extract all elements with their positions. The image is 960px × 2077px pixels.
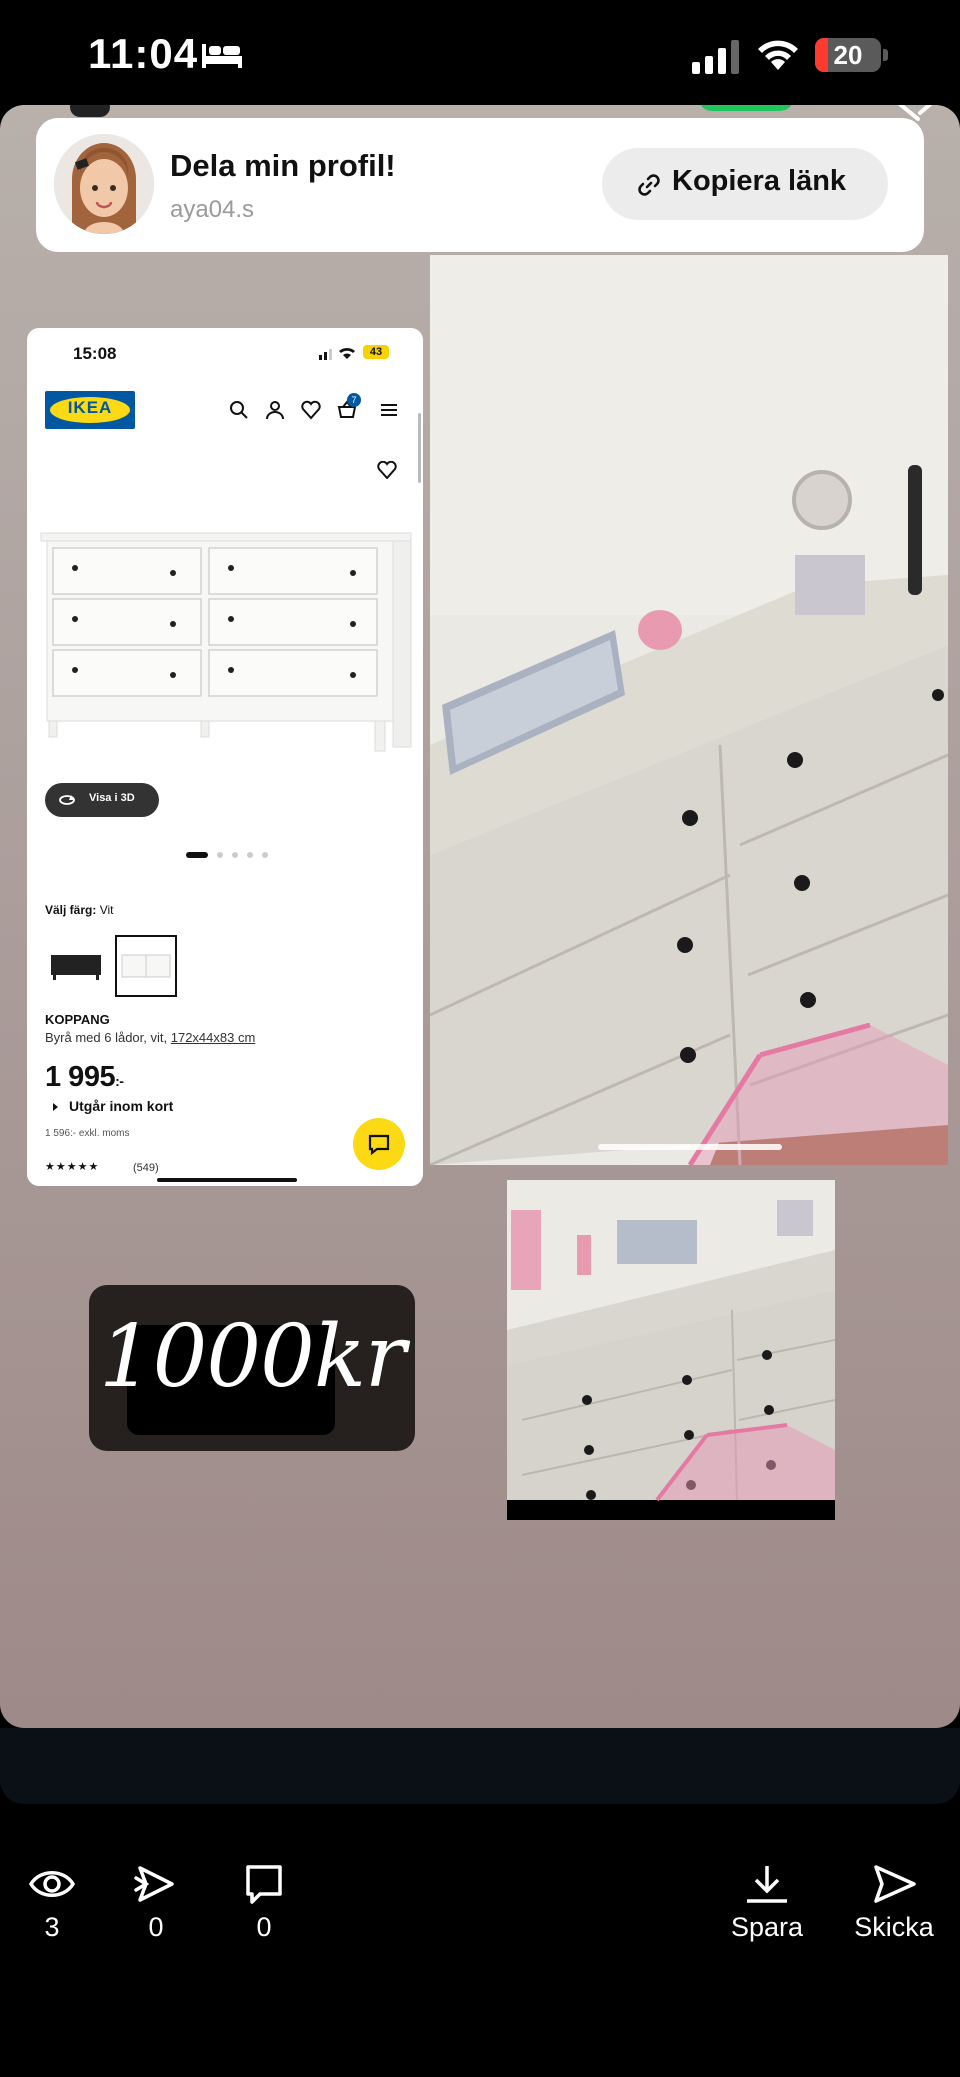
story-bottom-bar: 3 0 0 Spara Skicka (0, 1804, 960, 2077)
product-image-dresser (40, 532, 412, 752)
close-icon[interactable] (890, 105, 940, 125)
screenshot-home-indicator (598, 1144, 782, 1150)
battery-label: 20 (833, 40, 863, 70)
bed-icon (202, 44, 242, 68)
send-arrow-icon (874, 1865, 916, 1903)
color-label: Välj färg: Vit (45, 903, 114, 917)
copy-link-button[interactable]: Kopiera länk (602, 148, 888, 220)
room-photo (430, 255, 948, 1165)
color-label-prefix: Välj färg: (45, 903, 97, 917)
download-icon (747, 1866, 787, 1903)
comments-stat[interactable]: 0 (240, 1864, 288, 1943)
bullet-icon (53, 1103, 58, 1111)
menu-icon (381, 404, 397, 416)
ikea-battery-label: 43 (363, 345, 389, 359)
color-swatch-white-image (121, 954, 171, 978)
search-icon (230, 401, 248, 419)
price-value: 1 995 (45, 1061, 116, 1093)
product-description: Byrå med 6 lådor, vit, 172x44x83 cm (45, 1030, 255, 1045)
save-button[interactable]: Spara (722, 1864, 812, 1943)
view-3d-label: Visa i 3D (89, 792, 135, 804)
price-suffix: :- (115, 1073, 124, 1089)
battery-icon: 20 (815, 38, 889, 72)
ikea-scrollbar (418, 413, 421, 483)
ikea-logo-text: IKEA (67, 398, 113, 417)
views-stat[interactable]: 3 (28, 1864, 76, 1943)
status-bar: 11:04 20 (0, 0, 960, 110)
chat-bubble-icon (246, 1865, 282, 1904)
replays-count: 0 (148, 1912, 164, 1942)
small-dresser-photo (507, 1180, 835, 1520)
ikea-logo: IKEA (45, 391, 135, 429)
bitmoji-avatar (54, 134, 154, 234)
copy-link-label: Kopiera länk (672, 165, 847, 197)
product-price: 1 995:- (45, 1061, 124, 1094)
pagination-dot (217, 852, 223, 858)
chat-button (353, 1118, 405, 1170)
ikea-status-icons (319, 347, 355, 360)
story-progress-strip (0, 1728, 960, 1804)
favorite-heart-icon (377, 461, 397, 479)
room-photo-image (430, 255, 948, 1165)
image-pagination-dots (186, 852, 268, 858)
bitmoji-avatar-image (54, 134, 154, 234)
product-dimensions: 172x44x83 cm (170, 1030, 256, 1045)
wifi-icon (758, 40, 798, 70)
rating-stars: ★★★★★ (45, 1161, 100, 1173)
product-desc-text: Byrå med 6 lådor, vit, (45, 1030, 171, 1045)
header-avatar (70, 105, 110, 117)
pagination-dot (262, 852, 268, 858)
pagination-dot (186, 852, 208, 858)
small-photo-image (507, 1180, 835, 1520)
profile-icon (266, 401, 284, 420)
rotate-3d-icon (59, 795, 75, 805)
pagination-dot (247, 852, 253, 858)
price-excl-vat: 1 596:- exkl. moms (45, 1128, 130, 1139)
cellular-signal-icon (692, 40, 739, 74)
comments-count: 0 (256, 1912, 272, 1942)
header-action-peek (698, 105, 794, 111)
share-username: aya04.s (170, 196, 255, 223)
eye-icon (28, 1871, 76, 1897)
product-name: KOPPANG (45, 1012, 110, 1027)
views-count: 3 (44, 1912, 60, 1942)
screenshot-replay-icon (134, 1866, 174, 1902)
stock-text: Utgår inom kort (69, 1098, 174, 1114)
status-time: 11:04 (88, 30, 199, 77)
share-profile-card: Dela min profil! aya04.s Kopiera länk (36, 118, 924, 252)
cart-count-badge: 7 (347, 393, 361, 407)
color-swatch-white-selected (115, 935, 177, 997)
heart-icon (301, 400, 321, 420)
color-value: Vit (99, 903, 114, 917)
save-label: Spara (730, 1912, 804, 1942)
link-icon (638, 174, 660, 196)
color-swatch-black (51, 955, 101, 980)
stock-status: Utgår inom kort (53, 1098, 173, 1114)
price-sticker: 1000kr (89, 1285, 415, 1451)
review-count: (549) (133, 1162, 159, 1174)
ikea-product-screenshot: 15:08 43 IKEA 7 Visa i 3D Välj färg: Vit… (27, 328, 423, 1186)
story-view[interactable]: 15:08 43 IKEA 7 Visa i 3D Välj färg: Vit… (0, 105, 960, 1728)
pagination-dot (232, 852, 238, 858)
price-sticker-text: 1000kr (98, 1307, 406, 1407)
ikea-status-time: 15:08 (73, 344, 117, 363)
ikea-home-indicator (157, 1178, 297, 1182)
replays-stat[interactable]: 0 (132, 1864, 180, 1943)
send-label: Skicka (854, 1912, 934, 1942)
share-title: Dela min profil! (170, 148, 396, 183)
view-3d-button: Visa i 3D (45, 783, 159, 817)
chat-icon (368, 1134, 390, 1156)
send-button[interactable]: Skicka (846, 1864, 942, 1943)
